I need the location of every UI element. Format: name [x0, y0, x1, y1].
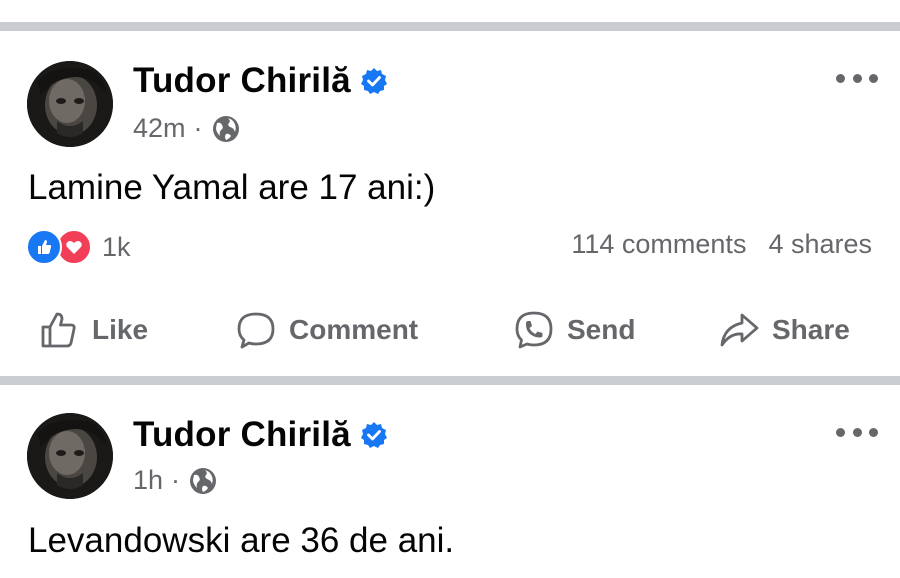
- post-text: Levandowski are 36 de ani.: [28, 521, 455, 560]
- send-button[interactable]: Send: [513, 309, 635, 351]
- more-options-icon[interactable]: [836, 425, 878, 439]
- more-options-icon[interactable]: [836, 71, 878, 85]
- share-button[interactable]: Share: [718, 309, 850, 351]
- meta-separator: ·: [193, 113, 203, 143]
- globe-icon: [211, 114, 241, 144]
- send-button-label: Send: [567, 314, 636, 345]
- post-text: Lamine Yamal are 17 ani:): [28, 168, 436, 207]
- engagement-counts: 114 comments 4 shares: [571, 229, 872, 260]
- post-timestamp[interactable]: 42m: [133, 113, 186, 144]
- verified-badge-icon: [360, 421, 388, 449]
- comment-bubble-icon: [237, 312, 275, 349]
- avatar-image: [27, 413, 113, 499]
- avatar[interactable]: [27, 61, 113, 147]
- like-button[interactable]: Like: [38, 309, 148, 351]
- shares-count[interactable]: 4 shares: [768, 229, 872, 260]
- author-name[interactable]: Tudor Chirilă: [133, 61, 351, 101]
- feed-divider: [0, 376, 900, 385]
- share-button-label: Share: [772, 314, 850, 345]
- comments-count[interactable]: 114 comments: [571, 229, 746, 260]
- share-arrow-icon: [720, 313, 759, 347]
- comment-button-label: Comment: [289, 314, 419, 345]
- post-meta: 42m ·: [133, 113, 241, 144]
- post-header: Tudor Chirilă: [133, 61, 388, 101]
- meta-separator: ·: [171, 465, 181, 495]
- verified-badge-icon: [360, 67, 388, 95]
- feed-post: Tudor Chirilă 42m · Lamine Yamal are 17 …: [0, 31, 900, 376]
- post-actions: Like Comment Send Share: [0, 309, 900, 353]
- feed-divider-top: [0, 0, 900, 31]
- messenger-icon: [515, 311, 553, 349]
- like-button-label: Like: [92, 314, 149, 345]
- avatar-image: [27, 61, 113, 147]
- feed-post: Tudor Chirilă 1h · Levandowski are 36 de…: [0, 385, 900, 578]
- like-reaction-icon: [26, 229, 62, 265]
- comment-button[interactable]: Comment: [235, 309, 418, 351]
- post-header: Tudor Chirilă: [133, 415, 388, 455]
- post-timestamp[interactable]: 1h: [133, 465, 163, 496]
- author-name[interactable]: Tudor Chirilă: [133, 415, 351, 455]
- thumbs-up-icon: [41, 312, 76, 348]
- globe-icon: [188, 466, 218, 496]
- reactions-summary[interactable]: 1k: [26, 229, 131, 265]
- avatar[interactable]: [27, 413, 113, 499]
- post-meta: 1h ·: [133, 465, 218, 496]
- reaction-count: 1k: [102, 231, 131, 262]
